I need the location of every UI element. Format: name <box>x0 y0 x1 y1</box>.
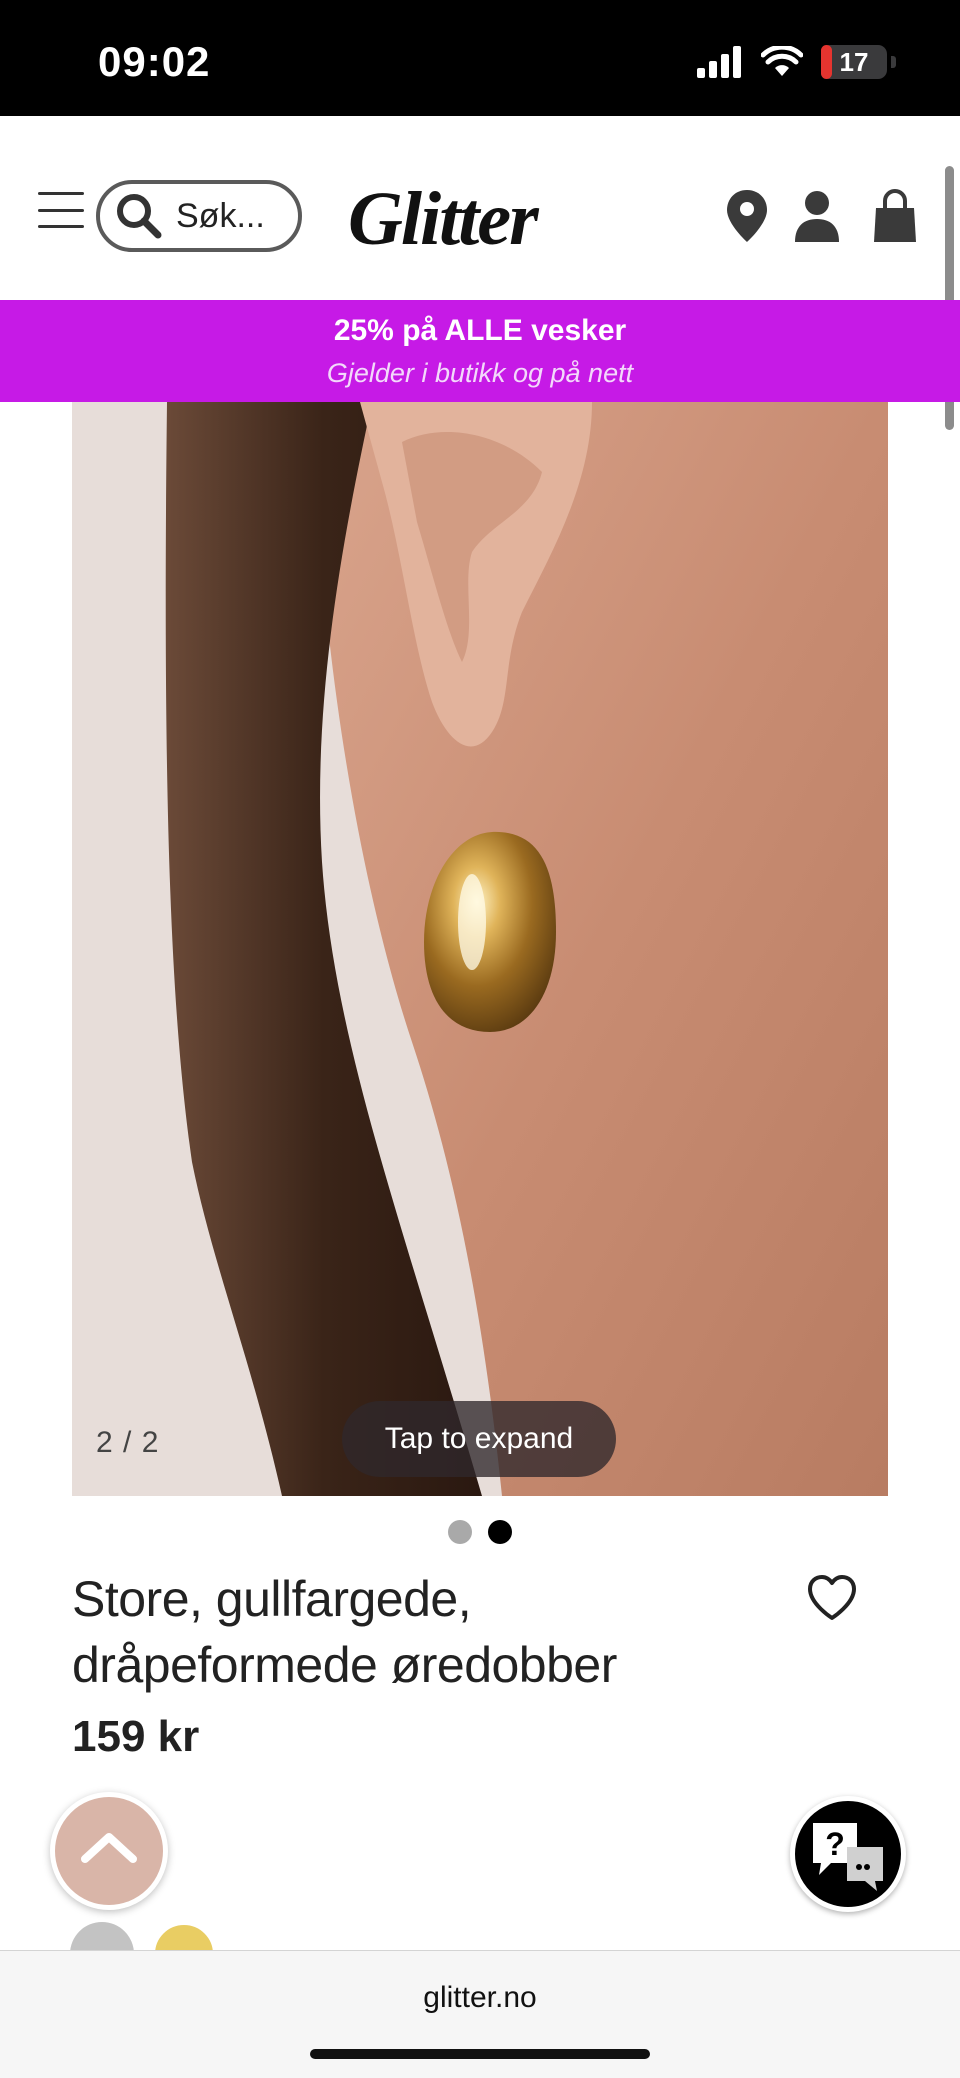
product-title: Store, gullfargede, dråpeformede øredobb… <box>72 1571 617 1693</box>
image-counter: 2 / 2 <box>96 1426 160 1459</box>
location-icon[interactable] <box>722 188 772 244</box>
status-bar: 09:02 17 <box>0 0 960 116</box>
heart-icon[interactable] <box>806 1574 858 1622</box>
site-header: Søk... Glitter <box>0 116 960 300</box>
earring-photo <box>72 402 888 1496</box>
wifi-icon <box>761 46 803 76</box>
battery-cap <box>891 56 896 68</box>
browser-bar: glitter.no <box>0 1950 960 2078</box>
carousel-dots <box>0 1520 960 1544</box>
help-glyph: ? <box>825 1826 845 1862</box>
promo-title: 25% på ALLE vesker <box>333 314 627 347</box>
account-icon[interactable] <box>792 188 842 244</box>
promo-banner[interactable]: 25% på ALLE vesker Gjelder i butikk og p… <box>0 300 960 402</box>
carousel-dot-2[interactable] <box>488 1520 512 1544</box>
battery-percent: 17 <box>839 47 869 77</box>
url-bar[interactable]: glitter.no <box>0 1981 960 2015</box>
menu-icon[interactable] <box>38 192 84 228</box>
search-input[interactable]: Søk... <box>96 180 302 252</box>
signal-icon <box>697 46 741 78</box>
tap-to-expand-button[interactable]: Tap to expand <box>342 1401 616 1477</box>
battery-icon: 17 <box>821 45 887 79</box>
cart-icon[interactable] <box>870 188 920 244</box>
promo-subtitle: Gjelder i butikk og på nett <box>326 358 634 388</box>
search-placeholder: Søk... <box>176 196 265 235</box>
product-image[interactable]: 2 / 2 Tap to expand <box>72 402 888 1496</box>
help-chat-icon: ? <box>813 1823 883 1891</box>
status-icons: 17 <box>697 42 896 82</box>
home-indicator[interactable] <box>310 2049 650 2059</box>
status-time: 09:02 <box>98 38 211 85</box>
search-icon <box>117 194 162 239</box>
product-price: 159 kr <box>72 1712 200 1761</box>
back-to-top-button[interactable] <box>50 1792 168 1910</box>
chevron-up-icon <box>81 1833 137 1863</box>
site-logo[interactable]: Glitter <box>348 176 539 263</box>
carousel-dot-1[interactable] <box>448 1520 472 1544</box>
help-chat-button[interactable]: ? <box>790 1796 906 1912</box>
